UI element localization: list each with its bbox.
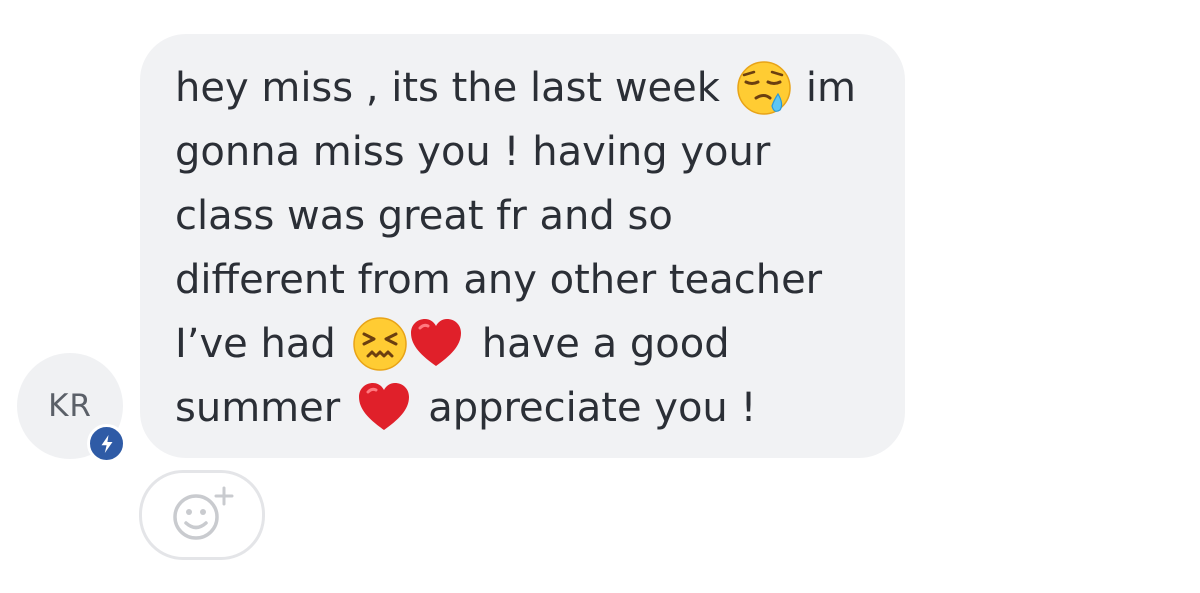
confounded-face-emoji [352,316,408,372]
message-text: gonna miss you ! having your [175,129,771,175]
message-line: class was great fr and so [175,184,881,248]
message-text: im [805,65,856,111]
message-bubble: hey miss , its the last week im gonna mi… [140,34,905,458]
message-text: class was great fr and so [175,193,673,239]
lightning-bolt-icon [87,424,126,463]
sleepy-face-emoji [736,60,792,116]
message-text: hey miss , its the last week [175,65,720,111]
message-line: gonna miss you ! having your [175,120,881,184]
add-reaction-icon [162,483,242,547]
avatar-initials: KR [48,388,92,424]
red-heart-emoji [356,380,412,436]
message-line: summer appreciate you ! [175,376,881,440]
message-text: I’ve had [175,321,336,367]
message-text: appreciate you ! [428,385,757,431]
message-text: different from any other teacher [175,257,823,303]
message-line: I’ve had have a good [175,312,881,376]
message-line: different from any other teacher [175,248,881,312]
red-heart-emoji [408,316,464,372]
message-text: summer [175,385,341,431]
add-reaction-button[interactable] [139,470,265,560]
message-text: have a good [481,321,730,367]
message-line: hey miss , its the last week im [175,56,881,120]
